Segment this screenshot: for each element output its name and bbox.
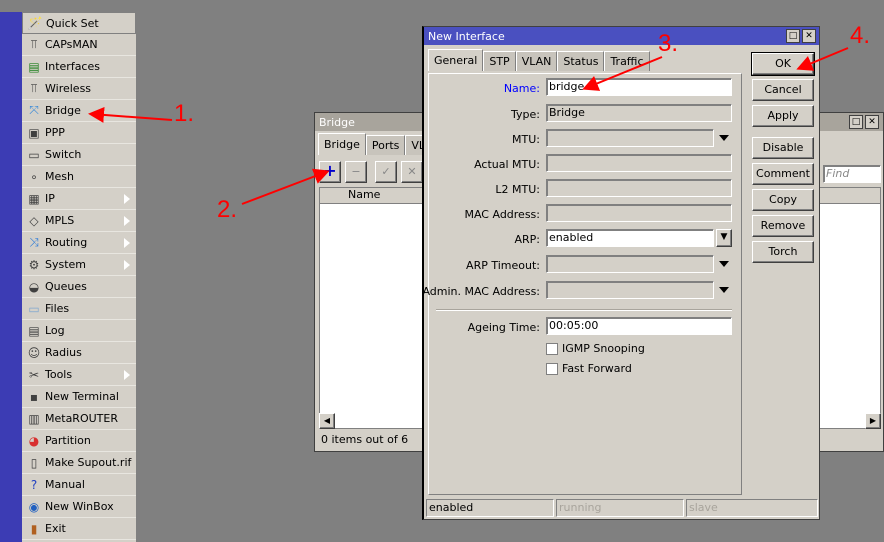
arrow-4 — [796, 47, 849, 71]
annotation-2: 2. — [217, 196, 238, 223]
arrow-1 — [88, 106, 173, 123]
arrow-2 — [241, 168, 330, 205]
annotation-3: 3. — [658, 30, 679, 57]
annotation-1: 1. — [174, 100, 195, 127]
annotation-4: 4. — [850, 22, 871, 49]
annotation-arrows — [88, 47, 849, 205]
arrow-3 — [582, 56, 663, 91]
